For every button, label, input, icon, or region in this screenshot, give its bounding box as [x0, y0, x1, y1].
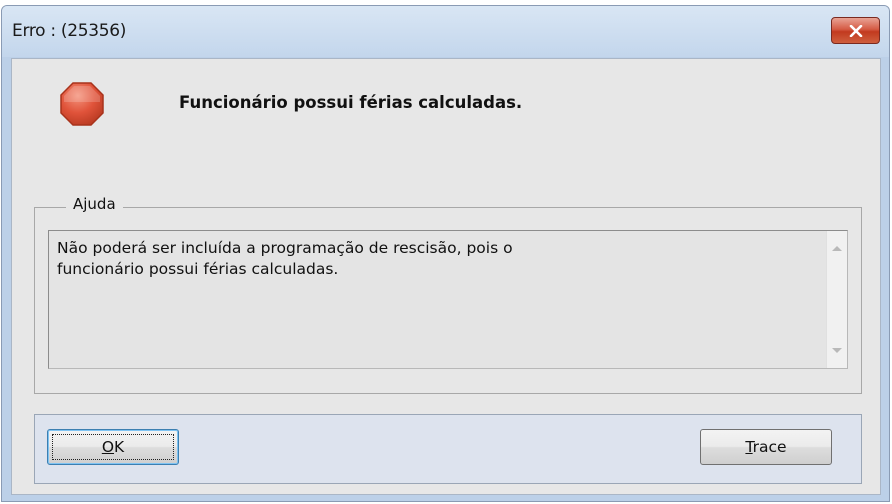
close-icon: [849, 24, 862, 37]
help-scrollbar[interactable]: [826, 231, 847, 368]
help-text: Não poderá ser incluída a programação de…: [57, 239, 513, 278]
scroll-down-arrow-icon[interactable]: [832, 348, 842, 353]
error-message: Funcionário possui férias calculadas.: [179, 93, 523, 112]
button-panel: OK Trace: [34, 414, 862, 484]
ok-button[interactable]: OK: [47, 429, 179, 465]
window-title: Erro : (25356): [12, 21, 127, 41]
help-group-label: Ajuda: [66, 195, 123, 213]
dialog-content: Funcionário possui férias calculadas. Aj…: [11, 58, 881, 495]
trace-button-label: Trace: [745, 438, 787, 456]
trace-button[interactable]: Trace: [700, 429, 832, 465]
error-dialog-window: Erro : (25356) Funcionário possui férias…: [1, 5, 890, 502]
focus-rectangle: [52, 434, 174, 460]
help-textarea[interactable]: Não poderá ser incluída a programação de…: [48, 230, 848, 369]
stop-icon: [60, 82, 104, 126]
close-button[interactable]: [831, 17, 880, 44]
scroll-up-arrow-icon[interactable]: [832, 246, 842, 251]
title-bar[interactable]: Erro : (25356): [2, 6, 889, 57]
